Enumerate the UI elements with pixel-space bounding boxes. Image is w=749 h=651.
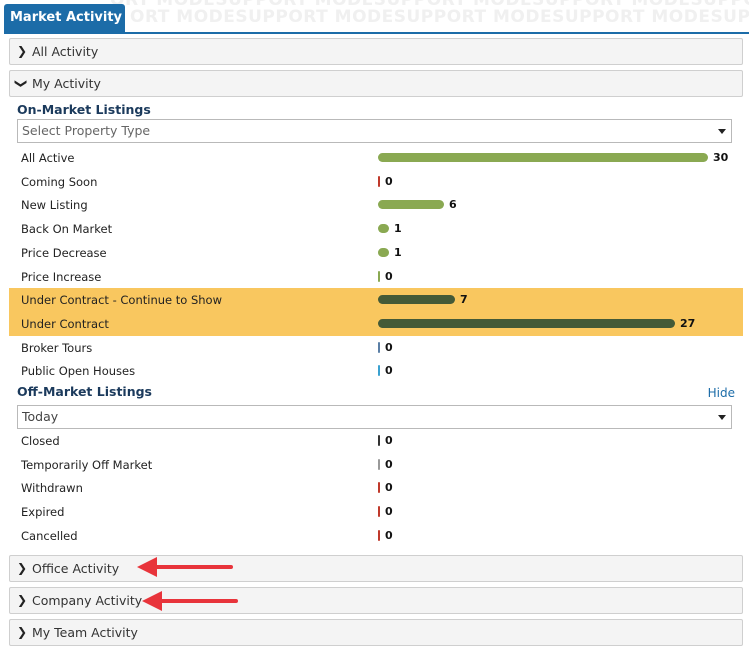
section-label: My Team Activity — [32, 625, 138, 640]
row-label: Coming Soon — [21, 174, 98, 189]
row-count: 0 — [385, 269, 393, 283]
market-activity-panel: ❯ All Activity ❯ My Activity On-Market L… — [4, 32, 749, 651]
row-count: 0 — [385, 434, 393, 447]
row-count: 30 — [713, 151, 729, 164]
off-market-row-closed[interactable]: Closed 0 — [9, 429, 743, 453]
row-count: 0 — [385, 528, 393, 542]
row-label: All Active — [21, 151, 75, 165]
row-label: Public Open Houses — [21, 364, 136, 379]
row-count: 0 — [385, 364, 393, 378]
row-count: 0 — [385, 174, 393, 188]
section-company-activity[interactable]: ❯ Company Activity — [9, 587, 743, 614]
chevron-right-icon: ❯ — [17, 44, 28, 58]
period-value: Today — [22, 409, 59, 424]
row-bar[interactable] — [378, 247, 389, 257]
row-count: 0 — [385, 457, 393, 471]
row-label: Temporarily Off Market — [21, 457, 153, 472]
chevron-down-icon: ❯ — [14, 78, 29, 89]
off-market-title: Off-Market Listings — [17, 384, 152, 399]
row-count: 0 — [385, 481, 393, 495]
row-bar[interactable] — [378, 153, 708, 162]
row-count: 6 — [449, 198, 457, 212]
on-market-title: On-Market Listings — [17, 102, 151, 117]
chevron-right-icon: ❯ — [17, 561, 28, 575]
row-label: Closed — [21, 434, 60, 448]
row-label: Under Contract - Continue to Show — [21, 293, 222, 308]
section-label: Office Activity — [32, 561, 120, 576]
on-market-row-broker-tours[interactable]: Broker Tours 0 — [9, 336, 743, 360]
off-market-row-cancelled[interactable]: Cancelled 0 — [9, 524, 743, 548]
on-market-row-back-on-market[interactable]: Back On Market 1 — [9, 217, 743, 241]
dropdown-caret-icon — [718, 415, 726, 420]
section-my-activity[interactable]: ❯ My Activity — [9, 70, 743, 97]
row-bar[interactable] — [378, 435, 380, 446]
row-bar[interactable] — [378, 295, 455, 305]
on-market-row-under-contract-continue-to-show[interactable]: Under Contract - Continue to Show 7 — [9, 288, 743, 313]
row-bar[interactable] — [378, 270, 380, 282]
section-label: Company Activity — [32, 593, 143, 608]
row-bar[interactable] — [378, 318, 675, 328]
row-label: Price Decrease — [21, 245, 107, 260]
on-market-row-price-decrease[interactable]: Price Decrease 1 — [9, 241, 743, 265]
row-count: 1 — [394, 222, 402, 236]
row-count: 27 — [680, 316, 696, 330]
row-count: 1 — [394, 245, 402, 259]
row-count: 0 — [385, 505, 393, 519]
on-market-row-under-contract[interactable]: Under Contract 27 — [9, 311, 743, 336]
property-type-select[interactable]: Select Property Type — [17, 119, 732, 143]
row-bar[interactable] — [378, 200, 444, 210]
row-bar[interactable] — [378, 224, 389, 234]
property-type-placeholder: Select Property Type — [22, 123, 151, 138]
off-market-row-temporarily-off-market[interactable]: Temporarily Off Market 0 — [9, 453, 743, 477]
chevron-right-icon: ❯ — [17, 625, 28, 639]
chevron-right-icon: ❯ — [17, 593, 28, 607]
on-market-row-all-active[interactable]: All Active 30 — [9, 146, 743, 170]
row-label: Expired — [21, 505, 65, 520]
off-market-row-withdrawn[interactable]: Withdrawn 0 — [9, 476, 743, 500]
hide-link[interactable]: Hide — [708, 386, 735, 400]
on-market-row-price-increase[interactable]: Price Increase 0 — [9, 265, 743, 289]
period-select[interactable]: Today — [17, 405, 732, 429]
row-bar[interactable] — [378, 175, 380, 187]
on-market-row-new-listing[interactable]: New Listing 6 — [9, 193, 743, 217]
row-bar[interactable] — [378, 482, 380, 494]
section-office-activity[interactable]: ❯ Office Activity — [9, 555, 743, 582]
row-bar[interactable] — [378, 365, 380, 377]
row-bar[interactable] — [378, 458, 380, 470]
on-market-row-coming-soon[interactable]: Coming Soon 0 — [9, 170, 743, 194]
row-label: Price Increase — [21, 269, 102, 284]
watermark: ORT MODESUPPORT MODESUPPORT MODESUPPORT … — [110, 0, 749, 27]
row-label: Back On Market — [21, 222, 113, 237]
row-bar[interactable] — [378, 341, 380, 353]
row-bar[interactable] — [378, 529, 380, 541]
row-label: New Listing — [21, 198, 88, 213]
off-market-row-expired[interactable]: Expired 0 — [9, 500, 743, 524]
dropdown-caret-icon — [718, 129, 726, 134]
row-label: Under Contract — [21, 316, 109, 331]
row-label: Cancelled — [21, 528, 78, 543]
market-activity-tab[interactable]: Market Activity — [4, 4, 125, 32]
row-label: Withdrawn — [21, 481, 83, 496]
section-my-team-activity[interactable]: ❯ My Team Activity — [9, 619, 743, 646]
section-label: All Activity — [32, 44, 99, 59]
row-label: Broker Tours — [21, 340, 93, 355]
section-label: My Activity — [32, 76, 101, 91]
row-count: 0 — [385, 340, 393, 354]
on-market-row-public-open-houses[interactable]: Public Open Houses 0 — [9, 359, 743, 383]
section-all-activity[interactable]: ❯ All Activity — [9, 38, 743, 65]
row-bar[interactable] — [378, 506, 380, 518]
row-count: 7 — [460, 293, 468, 307]
